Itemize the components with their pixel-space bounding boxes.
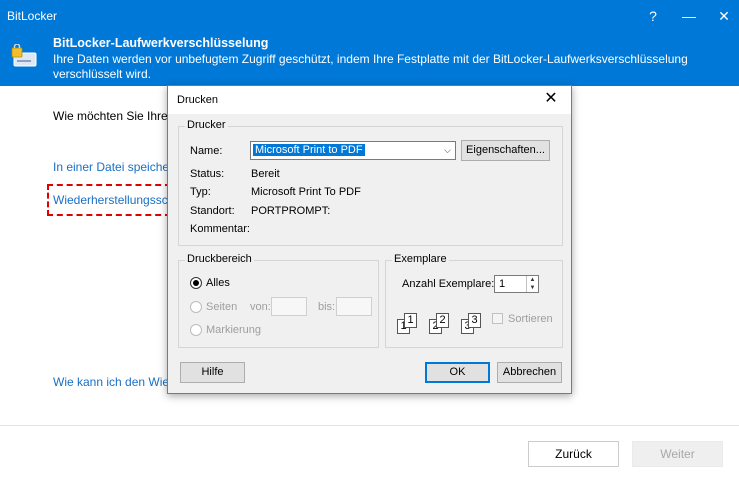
to-page-input[interactable] bbox=[336, 297, 372, 316]
print-dialog: Drucken ✕ Drucker Name: Microsoft Print … bbox=[167, 85, 572, 394]
from-label: von: bbox=[250, 301, 271, 313]
dialog-close-button[interactable]: ✕ bbox=[541, 89, 561, 109]
print-range-label: Druckbereich bbox=[185, 253, 254, 265]
cancel-button[interactable]: Abbrechen bbox=[497, 362, 562, 383]
copies-value: 1 bbox=[499, 278, 506, 290]
back-button[interactable]: Zurück bbox=[528, 441, 619, 467]
window-titlebar: BitLocker ? — ✕ bbox=[0, 0, 739, 32]
spin-up-icon[interactable]: ▲ bbox=[527, 276, 538, 284]
to-label: bis: bbox=[318, 301, 336, 313]
ok-button[interactable]: OK bbox=[425, 362, 490, 383]
header-title: BitLocker-Laufwerkverschlüsselung bbox=[53, 36, 269, 50]
copies-spinner[interactable]: 1 ▲ ▼ bbox=[494, 275, 539, 293]
dialog-title: Drucken bbox=[177, 94, 218, 106]
next-button: Weiter bbox=[632, 441, 723, 467]
help-button[interactable]: ? bbox=[638, 4, 668, 28]
type-value: Microsoft Print To PDF bbox=[251, 186, 361, 198]
collate-page: 1 bbox=[404, 313, 417, 328]
type-label: Typ: bbox=[190, 186, 211, 198]
header-description: Ihre Daten werden vor unbefugtem Zugriff… bbox=[53, 52, 688, 81]
printer-group-label: Drucker bbox=[185, 119, 228, 131]
bitlocker-drive-icon bbox=[11, 44, 37, 67]
status-value: Bereit bbox=[251, 168, 280, 180]
from-page-input[interactable] bbox=[271, 297, 307, 316]
footer-divider bbox=[0, 425, 739, 426]
backup-question: Wie möchten Sie Ihre bbox=[53, 109, 168, 123]
collate-checkbox[interactable] bbox=[492, 313, 503, 324]
close-button[interactable]: ✕ bbox=[709, 4, 739, 28]
name-label: Name: bbox=[190, 145, 223, 157]
location-label: Standort: bbox=[190, 205, 235, 217]
minimize-button[interactable]: — bbox=[674, 4, 704, 28]
print-recovery-key-link[interactable]: Wiederherstellungssc bbox=[53, 193, 168, 207]
copies-label: Anzahl Exemplare: bbox=[402, 278, 495, 290]
spin-down-icon[interactable]: ▼ bbox=[527, 284, 538, 292]
range-selection-label: Markierung bbox=[206, 324, 262, 336]
range-selection-radio[interactable] bbox=[190, 324, 202, 336]
range-all-label: Alles bbox=[206, 277, 230, 289]
status-label: Status: bbox=[190, 168, 225, 180]
location-value: PORTPROMPT: bbox=[251, 205, 331, 217]
help-find-key-link[interactable]: Wie kann ich den Wie bbox=[53, 375, 169, 389]
range-all-radio[interactable] bbox=[190, 277, 202, 289]
collate-page: 2 bbox=[436, 313, 449, 328]
properties-button[interactable]: Eigenschaften... bbox=[461, 140, 550, 161]
collate-page: 3 bbox=[468, 313, 481, 328]
comment-label: Kommentar: bbox=[190, 223, 250, 235]
header-band: BitLocker-Laufwerkverschlüsselung Ihre D… bbox=[0, 32, 739, 86]
range-pages-radio[interactable] bbox=[190, 301, 202, 313]
help-dialog-button[interactable]: Hilfe bbox=[180, 362, 245, 383]
dialog-titlebar: Drucken ✕ bbox=[168, 86, 571, 114]
collate-label: Sortieren bbox=[508, 313, 553, 325]
collate-icon: 1 1 2 2 3 3 bbox=[397, 311, 492, 339]
window-title: BitLocker bbox=[7, 9, 58, 23]
save-to-file-link[interactable]: In einer Datei speiche bbox=[53, 160, 169, 174]
chevron-down-icon: ⌵ bbox=[444, 145, 451, 155]
printer-select[interactable]: Microsoft Print to PDF ⌵ bbox=[250, 141, 456, 160]
spinner-buttons: ▲ ▼ bbox=[526, 276, 538, 292]
range-pages-label: Seiten bbox=[206, 301, 238, 313]
copies-group-label: Exemplare bbox=[392, 253, 449, 265]
printer-select-value: Microsoft Print to PDF bbox=[253, 144, 365, 156]
